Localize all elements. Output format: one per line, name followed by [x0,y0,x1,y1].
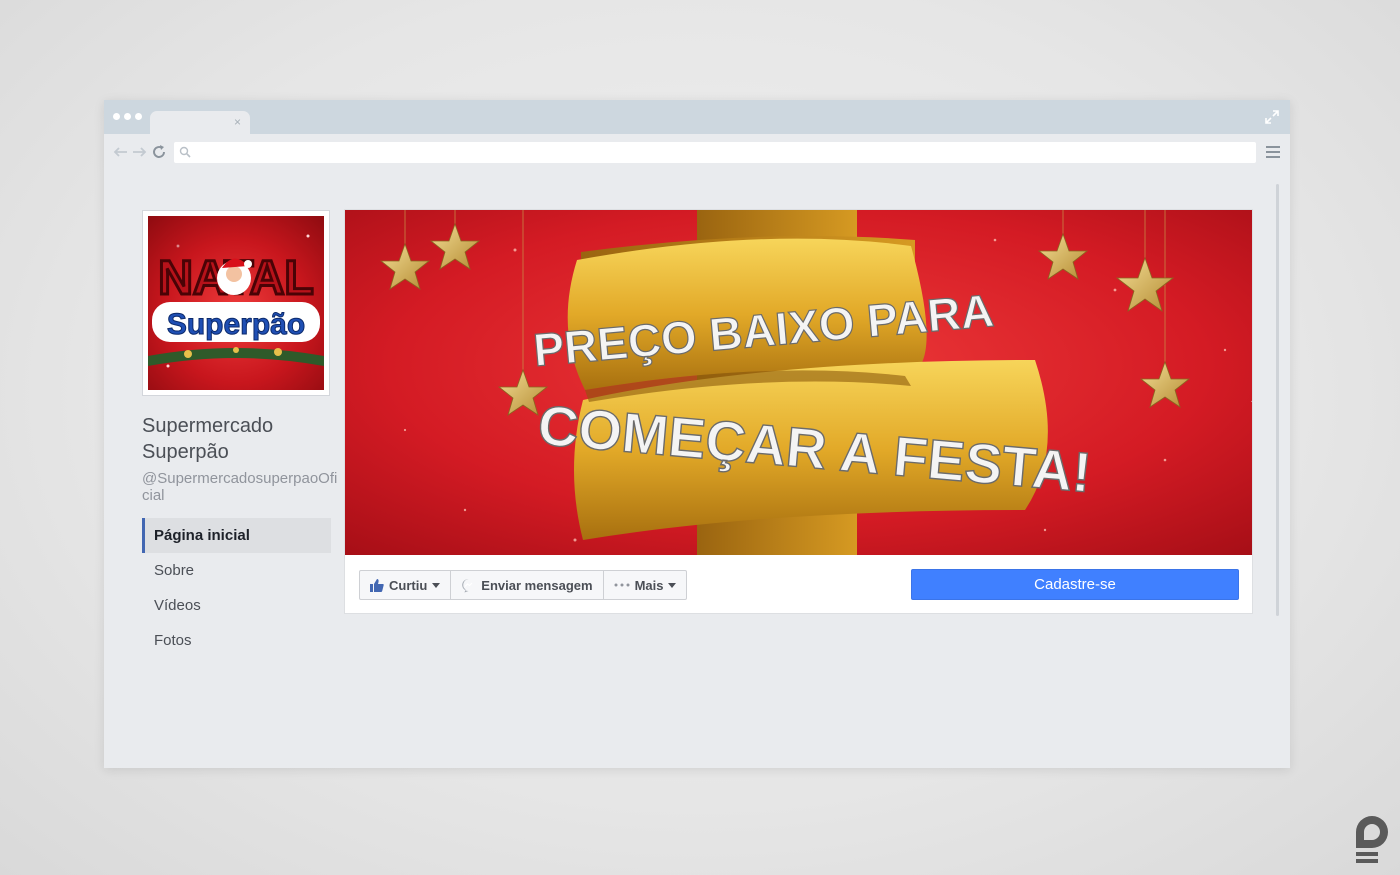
forward-arrow-icon[interactable] [130,143,148,161]
sidebar-item-home[interactable]: Página inicial [142,518,331,553]
profile-picture-image: NATAL Superpão [148,216,324,390]
page-content: NATAL Superpão Supermercado Superpão @Su… [104,170,1290,768]
browser-tab[interactable]: × [150,111,250,134]
chevron-down-icon [432,582,441,588]
window-dots [113,113,142,120]
send-message-label: Enviar mensagem [481,577,593,593]
search-icon [179,146,191,158]
chevron-down-icon [668,582,677,588]
send-message-button[interactable]: Enviar mensagem [450,570,604,600]
page-navigation: Página inicial Sobre Vídeos Fotos [142,518,331,658]
thumbs-up-icon [370,578,384,592]
like-button-label: Curtiu [389,577,428,593]
signup-button[interactable]: Cadastre-se [911,569,1239,600]
cover-watermark: pulsar [1251,386,1252,414]
page-action-buttons: Curtiu Enviar mensagem Mais [359,570,688,600]
more-button[interactable]: Mais [602,570,688,600]
more-dots-icon [614,583,630,587]
address-bar[interactable] [174,142,1256,163]
more-button-label: Mais [634,577,664,593]
browser-window: × Superpão Supermercado Superpão @Superm… [104,100,1290,768]
pulsar-brand-logo [1356,816,1388,863]
sidebar-item-about[interactable]: Sobre [142,553,331,588]
messenger-icon [461,578,476,593]
hamburger-menu-icon[interactable] [1266,146,1280,158]
cover-card: PREÇO BAIXO PARA COMEÇAR A FESTA! pulsar… [344,209,1253,614]
page-title[interactable]: Supermercado Superpão [142,413,342,465]
cover-photo[interactable]: PREÇO BAIXO PARA COMEÇAR A FESTA! pulsar [345,210,1252,555]
sidebar-item-photos[interactable]: Fotos [142,623,331,658]
like-button[interactable]: Curtiu [359,570,452,600]
profile-picture[interactable]: NATAL Superpão [142,210,330,396]
sidebar-item-videos[interactable]: Vídeos [142,588,331,623]
back-arrow-icon[interactable] [112,143,130,161]
cover-artwork: PREÇO BAIXO PARA COMEÇAR A FESTA! pulsar [345,210,1252,555]
scrollbar[interactable] [1276,184,1279,616]
expand-icon[interactable] [1265,110,1279,124]
url-input[interactable] [194,142,1250,163]
tab-bar: × [104,100,1290,134]
navigation-bar [104,134,1290,170]
reload-icon[interactable] [150,143,168,161]
close-icon[interactable]: × [234,115,241,129]
avatar-title-superpao: Superpão [167,308,305,341]
natal-superpao-logo: NATAL Superpão [148,234,324,368]
page-username[interactable]: @SupermercadosuperpaoOficial [142,470,342,504]
